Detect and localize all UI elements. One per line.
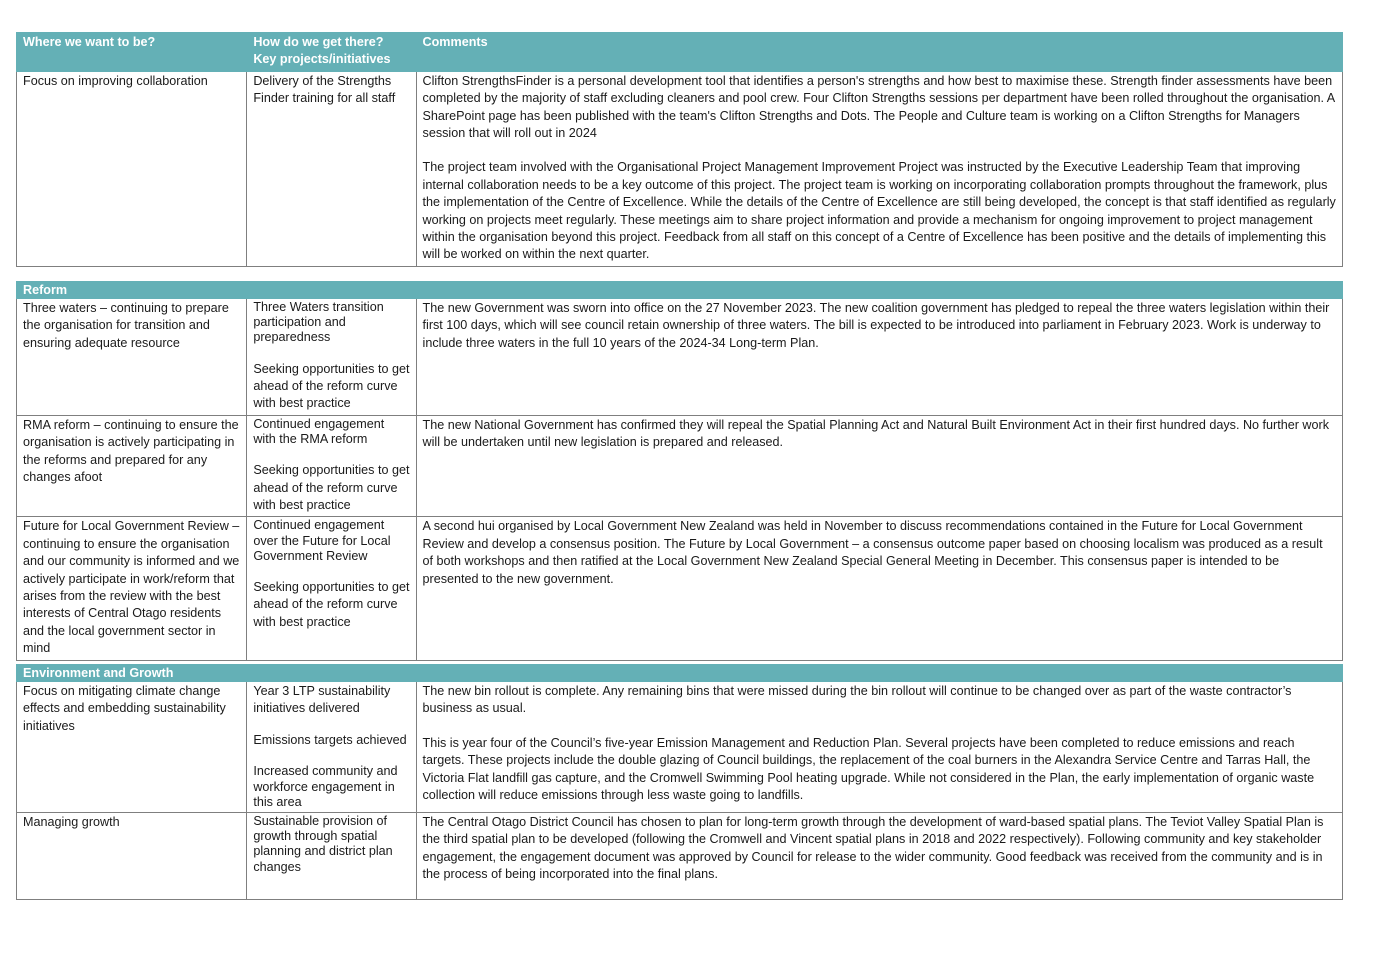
comments-cell: Clifton StrengthsFinder is a personal de… (415, 70, 1344, 267)
header-where: Where we want to be? (15, 32, 248, 72)
where-cell: RMA reform – continuing to ensure the or… (15, 414, 248, 518)
comment-paragraph: This is year four of the Council’s five-… (422, 735, 1315, 803)
how-item: Seeking opportunities to get ahead of th… (253, 580, 410, 629)
comment-paragraph: The new National Government has confirme… (422, 417, 1330, 450)
environment-growth-table: Environment and Growth Focus on mitigati… (15, 664, 1343, 901)
comment-paragraph: The new Government was sworn into office… (422, 301, 1330, 350)
table-header-row: Where we want to be? How do we get there… (15, 32, 1344, 72)
where-cell: Focus on improving collaboration (15, 70, 248, 267)
comments-cell: The new National Government has confirme… (415, 414, 1344, 518)
how-cell: Year 3 LTP sustainability initiatives de… (246, 680, 417, 814)
how-item: Emissions targets achieved (253, 733, 407, 747)
comment-paragraph: Clifton StrengthsFinder is a personal de… (422, 73, 1335, 141)
how-item: Seeking opportunities to get ahead of th… (253, 361, 410, 411)
comment-paragraph: The new bin rollout is complete. Any rem… (422, 684, 1292, 716)
table-row: Focus on improving collaboration Deliver… (15, 70, 1344, 267)
comment-paragraph: A second hui organised by Local Governme… (422, 519, 1323, 586)
comment-paragraph: The project team involved with the Organ… (422, 160, 1336, 262)
table-row: RMA reform – continuing to ensure the or… (15, 414, 1344, 518)
how-item: Sustainable provision of growth through … (253, 814, 393, 874)
how-item: Three Waters transition participation an… (253, 300, 384, 345)
how-cell: Continued engagement with the RMA reform… (246, 414, 417, 518)
section-header-row: Environment and Growth (16, 664, 1343, 682)
comments-cell: The new Government was sworn into office… (415, 298, 1344, 416)
collaboration-table: Where we want to be? How do we get there… (15, 32, 1344, 267)
comment-paragraph: The Central Otago District Council has c… (422, 815, 1324, 882)
header-comments: Comments (415, 32, 1344, 72)
where-cell: Managing growth (15, 812, 248, 901)
section-header-row: Reform (16, 281, 1343, 299)
table-row: Focus on mitigating climate change effec… (15, 680, 1343, 814)
comments-cell: The new bin rollout is complete. Any rem… (415, 680, 1343, 814)
where-cell: Focus on mitigating climate change effec… (15, 680, 248, 814)
table-row: Three waters – continuing to prepare the… (15, 298, 1344, 416)
section-title-reform: Reform (16, 281, 1343, 299)
how-item: Delivery of the Strengths Finder trainin… (253, 73, 396, 106)
section-title-environment-growth: Environment and Growth (16, 664, 1343, 682)
comments-cell: A second hui organised by Local Governme… (415, 516, 1344, 661)
where-cell: Three waters – continuing to prepare the… (15, 298, 248, 416)
how-item: Continued engagement with the RMA reform (253, 416, 385, 447)
how-item: Continued engagement over the Future for… (253, 518, 391, 563)
how-cell: Continued engagement over the Future for… (246, 516, 417, 661)
reform-table: Reform Three waters – continuing to prep… (15, 281, 1344, 661)
header-how-line1: How do we get there? (253, 35, 384, 49)
header-how-line2: Key projects/initiatives (253, 52, 391, 67)
how-cell: Delivery of the Strengths Finder trainin… (246, 70, 417, 267)
table-row: Managing growth Sustainable provision of… (15, 812, 1343, 901)
comments-cell: The Central Otago District Council has c… (415, 812, 1343, 901)
where-cell: Future for Local Government Review – con… (15, 516, 248, 661)
table-row: Future for Local Government Review – con… (15, 516, 1344, 661)
how-item: Seeking opportunities to get ahead of th… (253, 463, 410, 513)
header-how: How do we get there? Key projects/initia… (246, 32, 417, 72)
how-item: Year 3 LTP sustainability initiatives de… (253, 684, 391, 715)
how-cell: Sustainable provision of growth through … (246, 812, 417, 901)
how-cell: Three Waters transition participation an… (246, 298, 417, 416)
how-item: Increased community and workforce engage… (253, 764, 398, 809)
